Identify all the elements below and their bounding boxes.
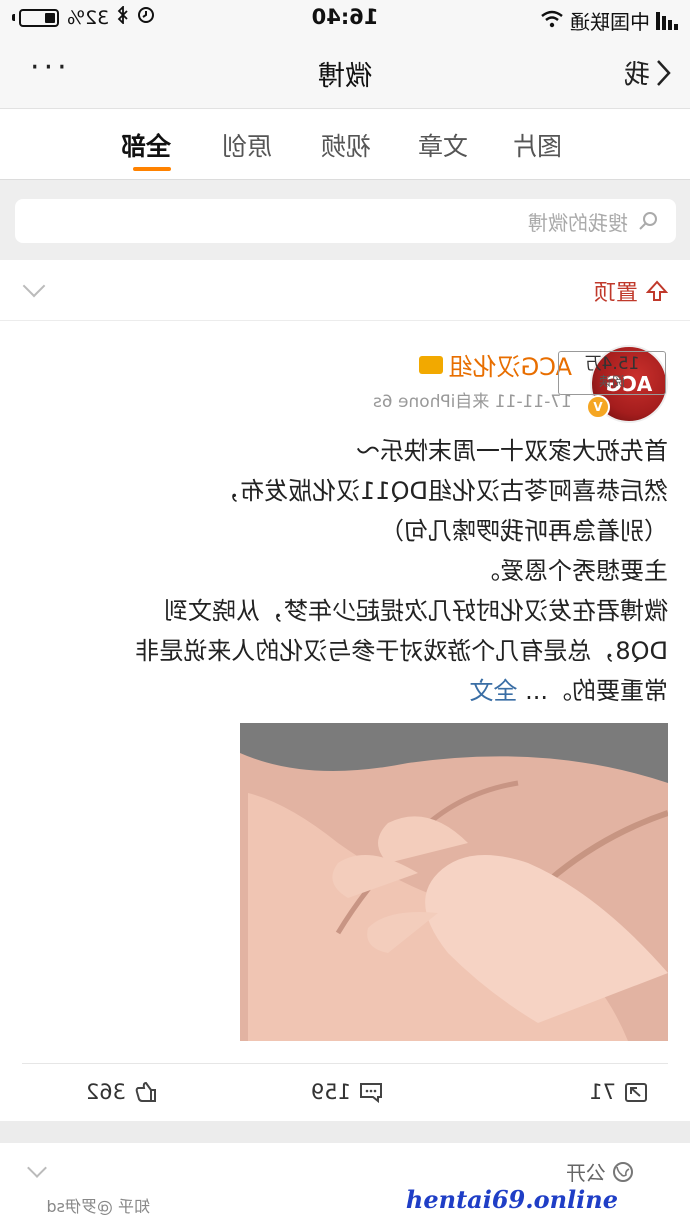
thumbs-up-icon	[135, 1081, 156, 1102]
chevron-down-icon[interactable]	[22, 274, 46, 298]
pinned-row: 置顶	[0, 260, 690, 321]
post-line: 然后恭喜阿苓古汉化组DQ11汉化版发布，	[216, 477, 668, 505]
comment-button[interactable]: 159	[311, 1080, 383, 1104]
post-body: 首先祝大家双十一周末快乐～ 然后恭喜阿苓古汉化组DQ11汉化版发布， （别着急再…	[48, 431, 668, 711]
battery-percent: 32%	[67, 6, 110, 29]
tab-articles[interactable]: 文章	[418, 127, 468, 163]
post-author[interactable]: ACG汉化组	[418, 347, 572, 382]
post-line: （别着急再听我啰嗦几句）	[380, 517, 668, 545]
post-image[interactable]	[240, 723, 668, 1041]
repost-button[interactable]: 71	[589, 1080, 648, 1104]
status-right: 32%	[12, 4, 155, 29]
active-tab-indicator	[133, 167, 171, 171]
status-bar: 中国联通 16:40 32%	[0, 0, 690, 36]
post-line: 常重要的。...	[525, 677, 668, 705]
search-icon	[639, 212, 657, 230]
battery-icon	[12, 8, 59, 27]
post-line: DQ8，总是有几个游戏对于参与汉化的人来说是非	[135, 637, 668, 665]
comment-count: 159	[310, 1080, 351, 1104]
bluetooth-icon	[117, 4, 129, 29]
next-post-header: 公开 hentai69.online 知乎 @罗伊sd	[0, 1143, 690, 1227]
verified-icon: V	[586, 395, 610, 419]
read-label: 阅读	[599, 375, 626, 390]
pinned-label: 置顶	[594, 275, 668, 307]
page-title: 微博	[318, 61, 372, 92]
post-line: 微博君在发汉化时好几次提起少年梦，从晓文到	[164, 597, 668, 625]
chevron-down-icon[interactable]	[27, 1158, 47, 1178]
tab-all[interactable]: 全部	[121, 127, 171, 163]
post-actions: 71 159 362	[22, 1063, 668, 1122]
tab-video[interactable]: 视频	[321, 127, 371, 163]
tab-original[interactable]: 原创	[222, 127, 272, 163]
post-line: 首先祝大家双十一周末快乐～	[356, 437, 668, 465]
repost-icon	[625, 1083, 647, 1102]
post-line-last: 常重要的。... 全文	[48, 671, 668, 711]
full-text-link[interactable]: 全文	[469, 677, 517, 705]
zhihu-watermark: 知乎 @罗伊sd	[46, 1197, 150, 1216]
card-separator	[0, 1121, 690, 1143]
visibility-text: 公开	[566, 1161, 606, 1185]
repost-count: 71	[589, 1080, 616, 1104]
pinned-text: 置顶	[593, 281, 638, 306]
visibility-label: 公开	[566, 1157, 634, 1186]
username-label: ACG汉化组	[448, 353, 572, 381]
post-card: ACG V ACG汉化组 17-11-11 来自iPhone 6s 15.4万 …	[0, 321, 690, 1122]
alarm-icon	[137, 6, 155, 29]
search-placeholder: 搜我的微博	[528, 210, 628, 235]
read-count: 15.4万	[584, 354, 640, 374]
battery-fill	[44, 12, 55, 23]
like-count: 362	[85, 1080, 126, 1104]
hands-photo	[240, 723, 668, 1041]
read-count-badge[interactable]: 15.4万 阅读	[558, 351, 666, 395]
post-line: 主要想秀个恩爱。	[476, 557, 668, 585]
pin-icon	[646, 280, 668, 301]
search-area: 搜我的微博	[0, 180, 690, 260]
comment-icon	[360, 1083, 382, 1103]
tab-photos[interactable]: 图片	[512, 127, 562, 163]
like-button[interactable]: 362	[86, 1080, 158, 1104]
post-meta: 17-11-11 来自iPhone 6s	[372, 392, 572, 412]
more-button[interactable]: ···	[26, 50, 67, 85]
site-watermark: hentai69.online	[405, 1185, 618, 1214]
tab-bar: 全部 原创 视频 文章 图片	[0, 109, 690, 180]
nav-bar: 我 微博 ···	[0, 36, 690, 109]
globe-icon	[613, 1161, 633, 1182]
crown-icon	[418, 355, 443, 374]
search-input[interactable]: 搜我的微博	[15, 199, 676, 243]
